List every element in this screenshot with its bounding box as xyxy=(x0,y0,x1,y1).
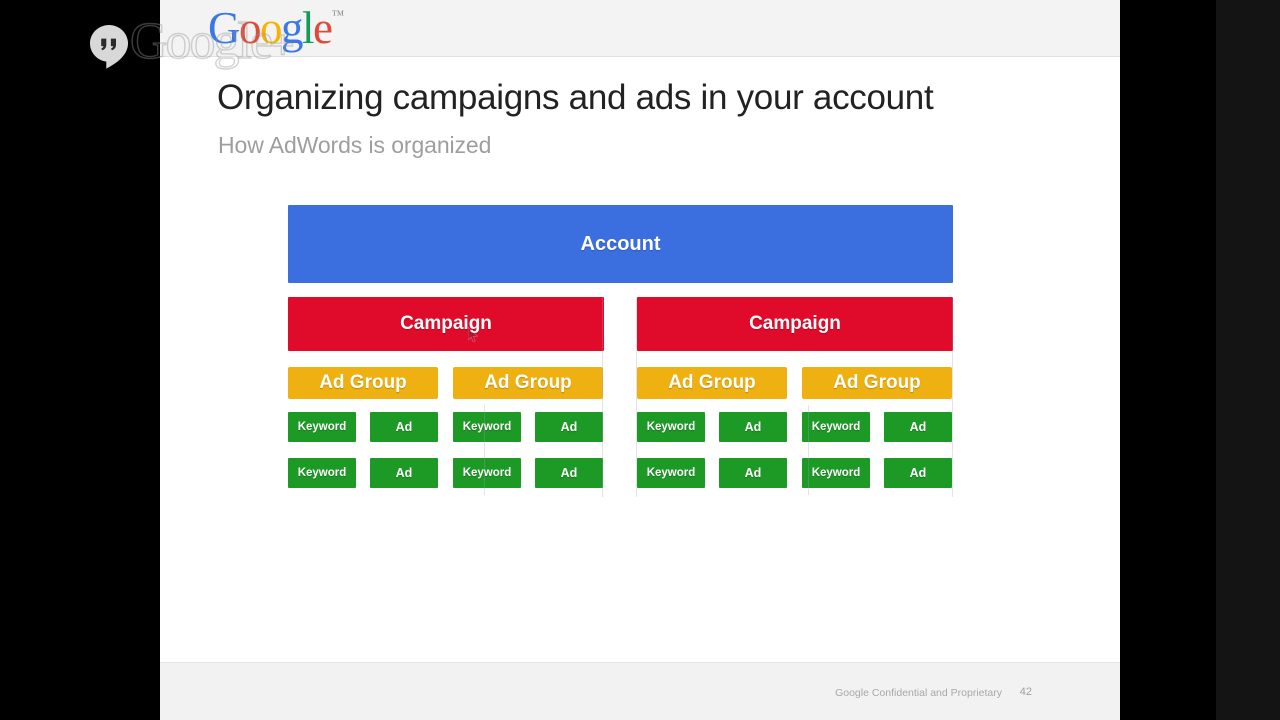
slide-guide-line xyxy=(808,405,809,495)
node-keyword: Keyword xyxy=(637,458,705,488)
page-title: Organizing campaigns and ads in your acc… xyxy=(217,78,934,117)
node-keyword: Keyword xyxy=(802,458,870,488)
node-keyword: Keyword xyxy=(288,412,356,442)
node-account: Account xyxy=(288,205,953,283)
slide-header: Google™ xyxy=(160,0,1120,57)
google-logo: Google™ xyxy=(208,6,344,51)
logo-letter-l: l xyxy=(302,3,315,53)
trademark-symbol: ™ xyxy=(331,7,345,22)
node-ad-group: Ad Group xyxy=(288,367,438,399)
footer-confidential-text: Google Confidential and Proprietary xyxy=(835,687,1002,699)
logo-letter-o1: o xyxy=(239,3,262,53)
node-ad: Ad xyxy=(370,412,438,442)
node-keyword: Keyword xyxy=(453,412,521,442)
node-ad: Ad xyxy=(884,458,952,488)
node-ad: Ad xyxy=(719,412,787,442)
logo-letter-o2: o xyxy=(260,3,283,53)
logo-letter-e: e xyxy=(313,3,333,53)
node-ad-group: Ad Group xyxy=(453,367,603,399)
slide-guide-line xyxy=(952,297,953,497)
logo-letter-g2: g xyxy=(281,3,304,53)
node-ad-group: Ad Group xyxy=(637,367,787,399)
node-keyword: Keyword xyxy=(802,412,870,442)
node-keyword: Keyword xyxy=(288,458,356,488)
node-ad: Ad xyxy=(535,458,603,488)
slide-frame: Google™ Organizing campaigns and ads in … xyxy=(160,0,1120,720)
hangouts-icon xyxy=(88,24,130,70)
node-ad-group: Ad Group xyxy=(802,367,952,399)
slide-guide-line xyxy=(636,297,637,497)
node-ad: Ad xyxy=(884,412,952,442)
logo-letter-g1: G xyxy=(208,3,241,53)
node-campaign: Campaign xyxy=(288,297,604,351)
node-keyword: Keyword xyxy=(637,412,705,442)
page-subtitle: How AdWords is organized xyxy=(218,132,492,158)
slide-guide-line xyxy=(602,297,603,497)
slide-guide-line xyxy=(484,405,485,495)
node-keyword: Keyword xyxy=(453,458,521,488)
video-stage: Google™ Organizing campaigns and ads in … xyxy=(0,0,1280,720)
slide-footer: Google Confidential and Proprietary 42 xyxy=(160,662,1120,720)
node-ad: Ad xyxy=(719,458,787,488)
adwords-hierarchy-diagram: Account Campaign Ad Group Keyword Ad Keyword A… xyxy=(288,205,953,525)
node-ad: Ad xyxy=(535,412,603,442)
node-ad: Ad xyxy=(370,458,438,488)
letterbox-right xyxy=(1216,0,1280,720)
slide-body: Organizing campaigns and ads in your acc… xyxy=(160,58,1120,662)
node-campaign: Campaign xyxy=(637,297,953,351)
footer-page-number: 42 xyxy=(1019,686,1032,698)
